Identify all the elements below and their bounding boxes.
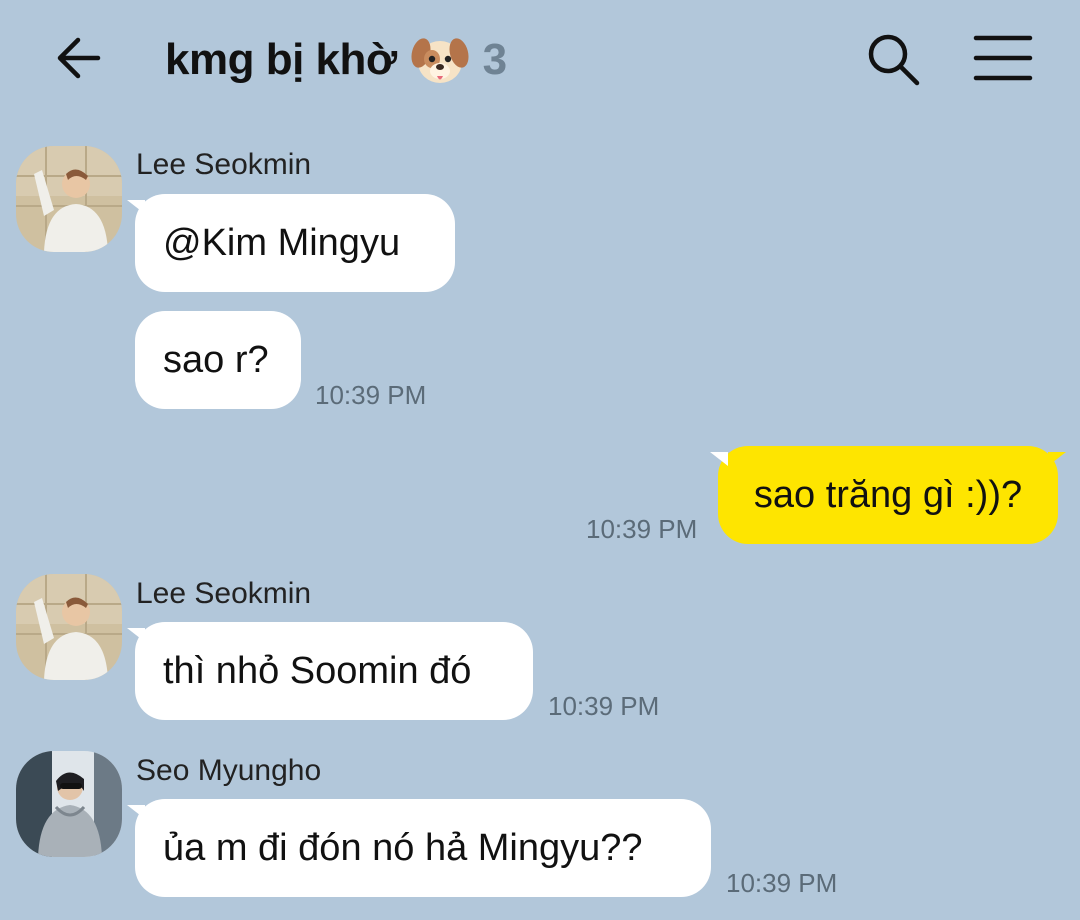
message-bubble[interactable]: sao r? [135, 311, 301, 409]
chat-title[interactable]: kmg bị khờ 3 [165, 30, 507, 90]
search-icon[interactable] [864, 30, 924, 90]
message-text: @Kim Mingyu [163, 221, 401, 264]
avatar[interactable] [16, 751, 122, 857]
chat-room-name: kmg bị khờ [165, 35, 397, 84]
avatar[interactable] [16, 146, 122, 252]
message-timestamp: 10:39 PM [586, 514, 698, 544]
message-bubble-mine[interactable]: sao trăng gì :))? [710, 446, 1066, 544]
message-timestamp: 10:39 PM [726, 868, 838, 898]
back-arrow-icon[interactable] [50, 30, 110, 86]
sender-name: Lee Seokmin [136, 148, 312, 181]
message-text: ủa m đi đón nó hả Mingyu?? [163, 826, 643, 869]
sender-name: Seo Myungho [136, 754, 322, 787]
message-text: sao trăng gì :))? [753, 473, 1023, 516]
avatar[interactable] [16, 574, 122, 680]
chat-header: kmg bị khờ 3 [0, 0, 1080, 120]
message-timestamp: 10:39 PM [548, 691, 660, 721]
message-text: thì nhỏ Soomin đó [163, 649, 472, 692]
menu-icon[interactable] [972, 32, 1034, 84]
dog-face-icon [411, 31, 469, 89]
message-bubble[interactable]: ủa m đi đón nó hả Mingyu?? [127, 799, 711, 897]
message-text: sao r? [163, 338, 269, 381]
message-timestamp: 10:39 PM [315, 380, 427, 410]
message-bubble[interactable]: @Kim Mingyu [127, 194, 455, 292]
member-count: 3 [482, 35, 508, 84]
sender-name: Lee Seokmin [136, 577, 312, 610]
message-bubble[interactable]: thì nhỏ Soomin đó [127, 622, 533, 720]
